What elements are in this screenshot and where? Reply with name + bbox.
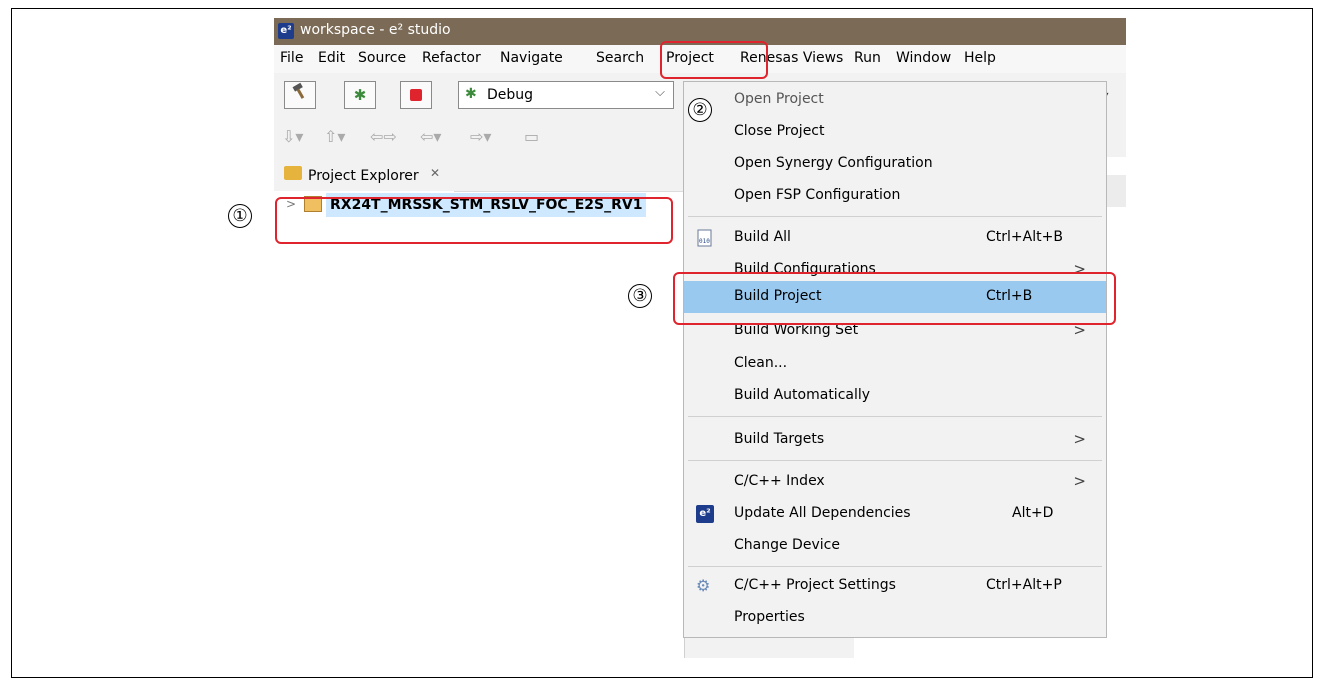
settings-icon: ⚙ (696, 576, 711, 595)
menu-item-label: Build Targets (734, 431, 825, 447)
menu-item-label: Close Project (734, 123, 825, 139)
stop-icon (410, 89, 422, 101)
menu-item-open-fsp-configuration[interactable]: Open FSP Configuration (684, 180, 1106, 212)
explorer-header (454, 157, 848, 192)
menu-separator (688, 460, 1102, 461)
menu-item-label: C/C++ Index (734, 473, 825, 489)
stop-button[interactable] (400, 81, 432, 109)
menu-item-shortcut: Ctrl+Alt+P (986, 577, 1062, 593)
step-marker-2: ② (688, 98, 712, 122)
menu-separator (688, 566, 1102, 567)
bug-icon: ✱ (465, 86, 477, 102)
menu-item-open-project[interactable]: Open Project (684, 84, 1106, 116)
folder-icon (284, 166, 302, 180)
menu-edit[interactable]: Edit (318, 50, 345, 66)
chevron-down-icon: ⌵ (655, 85, 665, 100)
menu-file[interactable]: File (280, 50, 303, 66)
menu-item-update-all-dependencies[interactable]: e² Update All Dependencies Alt+D (684, 498, 1106, 530)
e2-studio-app-icon: e² (278, 23, 294, 39)
menu-navigate[interactable]: Navigate (500, 50, 563, 66)
menu-item-label: Change Device (734, 537, 840, 553)
back-icon[interactable]: ⇦▾ (420, 127, 441, 146)
menu-item-shortcut: Ctrl+Alt+B (986, 229, 1063, 245)
menu-item-label: Update All Dependencies (734, 505, 911, 521)
next-annotation-icon[interactable]: ⇩▾ (282, 127, 303, 146)
menu-separator (688, 416, 1102, 417)
menu-item-label: Clean... (734, 355, 788, 371)
menu-item-cpp-index[interactable]: C/C++ Index > (684, 466, 1106, 498)
menu-search[interactable]: Search (596, 50, 644, 66)
menu-item-build-all[interactable]: 010 Build All Ctrl+Alt+B (684, 222, 1106, 254)
menu-item-label: Open Project (734, 91, 824, 107)
menu-item-clean[interactable]: Clean... (684, 348, 1106, 380)
menu-item-cpp-project-settings[interactable]: ⚙ C/C++ Project Settings Ctrl+Alt+P (684, 570, 1106, 602)
menu-item-build-targets[interactable]: Build Targets > (684, 424, 1106, 456)
window-title: workspace - e² studio (300, 22, 451, 38)
menu-item-label: Properties (734, 609, 805, 625)
explorer-tab-label: Project Explorer (308, 168, 419, 184)
bug-icon: ✱ (353, 86, 367, 104)
menu-item-change-device[interactable]: Change Device (684, 530, 1106, 562)
e2-icon: e² (696, 505, 714, 523)
annotation-box-project-menu (660, 41, 768, 79)
annotation-box-project (275, 197, 673, 244)
menu-item-label: Build All (734, 229, 791, 245)
build-button[interactable] (284, 81, 316, 109)
binary-file-icon: 010 (696, 229, 714, 247)
menu-item-build-automatically[interactable]: Build Automatically (684, 380, 1106, 412)
menu-item-label: Open Synergy Configuration (734, 155, 933, 171)
menu-item-open-synergy-configuration[interactable]: Open Synergy Configuration (684, 148, 1106, 180)
launch-config-select[interactable]: ✱ Debug ⌵ (458, 81, 674, 109)
close-icon[interactable]: ✕ (430, 166, 440, 180)
menu-source[interactable]: Source (358, 50, 406, 66)
project-menu: Open Project Close Project Open Synergy … (683, 81, 1107, 638)
pin-editor-icon[interactable]: ▭ (524, 127, 539, 146)
menu-help[interactable]: Help (964, 50, 996, 66)
launch-config-value: Debug (487, 87, 534, 103)
chevron-right-icon: > (1073, 472, 1086, 490)
debug-button[interactable]: ✱ (344, 81, 376, 109)
menu-item-label: Build Automatically (734, 387, 871, 403)
menu-item-shortcut: Alt+D (1012, 505, 1054, 521)
svg-text:010: 010 (699, 238, 710, 245)
menu-item-label: C/C++ Project Settings (734, 577, 896, 593)
chevron-right-icon: > (1073, 430, 1086, 448)
step-marker-1: ① (228, 204, 252, 228)
previous-annotation-icon[interactable]: ⇧▾ (324, 127, 345, 146)
menu-window[interactable]: Window (896, 50, 951, 66)
hammer-icon (291, 82, 309, 104)
step-marker-3: ③ (628, 284, 652, 308)
menu-item-properties[interactable]: Properties (684, 602, 1106, 634)
annotation-box-build-project (673, 272, 1116, 325)
menu-item-close-project[interactable]: Close Project (684, 116, 1106, 148)
last-edit-icon[interactable]: ⇦⇨ (370, 127, 397, 146)
menu-separator (688, 216, 1102, 217)
menu-run[interactable]: Run (854, 50, 881, 66)
tab-project-explorer[interactable]: Project Explorer ✕ (274, 157, 454, 191)
menu-item-label: Open FSP Configuration (734, 187, 901, 203)
forward-icon[interactable]: ⇨▾ (470, 127, 491, 146)
menu-refactor[interactable]: Refactor (422, 50, 481, 66)
